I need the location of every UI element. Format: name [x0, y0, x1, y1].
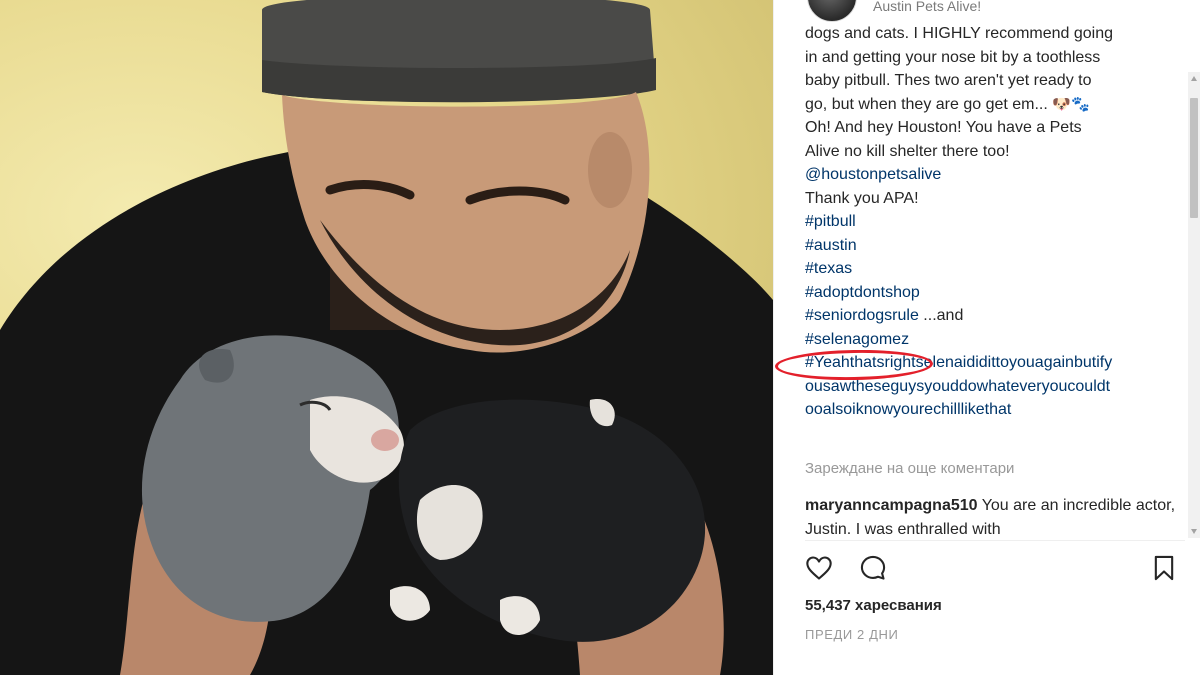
caption-line: Alive no kill shelter there too!: [805, 142, 1010, 160]
hashtag-link[interactable]: #adoptdontshop: [805, 284, 920, 301]
highlighted-hashtag-link[interactable]: #selenagomez: [805, 331, 909, 348]
caption-line: #Yeahthatsrightselenaididittoyouagainbut…: [805, 351, 1185, 375]
like-button[interactable]: [801, 550, 837, 586]
caption-line: #seniordogsrule ...and: [805, 304, 1185, 328]
post-header: Austin Pets Alive!: [774, 0, 1184, 22]
comments-scrollbar[interactable]: [1188, 72, 1200, 538]
caption-text: ...and: [918, 307, 964, 324]
caption-line: #selenagomez: [805, 328, 1185, 352]
hashtag-link[interactable]: #austin: [805, 237, 857, 254]
hashtag-link[interactable]: #pitbull: [805, 213, 856, 230]
avatar[interactable]: [807, 0, 857, 22]
caption-line: ousawtheseguysyouddowhateveryoucouldt: [805, 375, 1185, 399]
caption: dogs and cats. I HIGHLY recommend going …: [805, 22, 1185, 447]
action-bar: [774, 546, 1184, 590]
scroll-down-icon[interactable]: [1191, 529, 1197, 534]
scrollbar-thumb[interactable]: [1190, 98, 1198, 218]
long-hashtag-link[interactable]: #Yeahthatsrightselenaididittoyouagainbut…: [805, 354, 1112, 371]
caption-line: @houstonpetsalive: [805, 163, 1185, 187]
hashtag-link[interactable]: #seniordogsrule: [805, 307, 919, 324]
caption-line: in and getting your nose bit by a toothl…: [805, 48, 1101, 66]
caption-line: #texas: [805, 257, 1185, 281]
comment-bubble-icon: [860, 555, 886, 580]
caption-text: go, but when they are go get em...: [805, 95, 1048, 113]
caption-line: ooalsoiknowyourechilllikethat: [805, 398, 1185, 422]
comment-item: maryanncampagna510 You are an incredible…: [805, 494, 1175, 536]
bookmark-icon: [1154, 555, 1174, 581]
username-link[interactable]: Austin Pets Alive!: [873, 0, 981, 14]
likes-count[interactable]: 55,437 харесвания: [805, 597, 942, 614]
comment-author-link[interactable]: maryanncampagna510: [805, 497, 978, 514]
post-timestamp: ПРЕДИ 2 ДНИ: [805, 627, 899, 642]
mention-link[interactable]: @houstonpetsalive: [805, 166, 941, 183]
long-hashtag-link[interactable]: ooalsoiknowyourechilllikethat: [805, 401, 1011, 418]
long-hashtag-link[interactable]: ousawtheseguysyouddowhateveryoucouldt: [805, 378, 1110, 395]
post-panel: Austin Pets Alive! dogs and cats. I HIGH…: [773, 0, 1200, 675]
caption-line: Thank you APA!: [805, 189, 919, 207]
divider: [805, 540, 1185, 541]
hashtag-link[interactable]: #texas: [805, 260, 852, 277]
post-photo: [0, 0, 773, 675]
scroll-up-icon[interactable]: [1191, 76, 1197, 81]
caption-line: #pitbull: [805, 210, 1185, 234]
caption-line: dogs and cats. I HIGHLY recommend going: [805, 25, 1114, 42]
caption-line: go, but when they are go get em... 🐶🐾: [805, 93, 1185, 117]
comment-button[interactable]: [855, 550, 891, 586]
load-more-comments-button[interactable]: Зареждане на още коментари: [805, 460, 1014, 477]
caption-line: baby pitbull. Thes two aren't yet ready …: [805, 72, 1092, 89]
dog-paws-emoji-icon: 🐶🐾: [1052, 94, 1090, 113]
save-button[interactable]: [1146, 550, 1182, 586]
caption-line: Oh! And hey Houston! You have a Pets: [805, 119, 1082, 136]
caption-line: #adoptdontshop: [805, 281, 1185, 305]
heart-icon: [806, 556, 832, 580]
photo-illustration: [0, 0, 773, 675]
caption-line: #austin: [805, 234, 1185, 258]
